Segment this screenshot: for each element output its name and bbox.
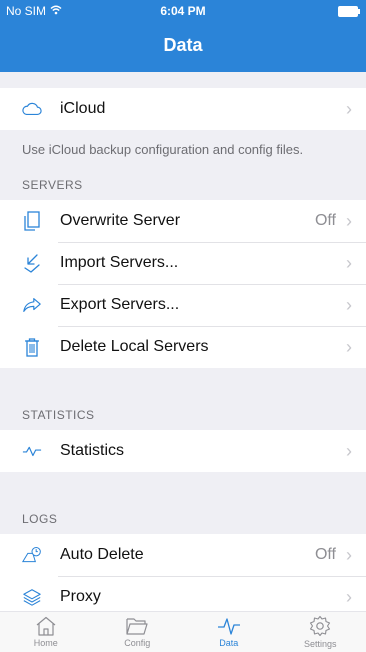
icloud-row[interactable]: iCloud › <box>0 88 366 130</box>
tab-config-label: Config <box>124 638 151 648</box>
tab-home-label: Home <box>33 638 58 648</box>
chevron-right-icon: › <box>346 210 352 231</box>
tab-config[interactable]: Config <box>101 612 173 652</box>
chevron-right-icon: › <box>346 586 352 607</box>
pulse-icon <box>22 441 42 461</box>
export-servers-label: Export Servers... <box>60 296 180 313</box>
export-servers-row[interactable]: Export Servers... › <box>0 284 366 326</box>
home-icon <box>36 616 56 636</box>
servers-section-header: SERVERS <box>22 178 83 192</box>
export-icon <box>22 295 42 315</box>
cloud-icon <box>22 99 42 119</box>
tab-bar: Home Config Data Settings <box>0 611 366 652</box>
settings-list: iCloud › Use iCloud backup configuration… <box>0 72 366 612</box>
chevron-right-icon: › <box>346 294 352 315</box>
auto-delete-icon <box>22 545 42 565</box>
logs-section-header: LOGS <box>22 512 58 526</box>
layers-icon <box>22 587 42 607</box>
battery-icon <box>338 6 360 17</box>
proxy-label: Proxy <box>60 588 101 605</box>
auto-delete-row[interactable]: Auto Delete Off › <box>0 534 366 576</box>
delete-local-servers-row[interactable]: Delete Local Servers › <box>0 326 366 368</box>
overwrite-server-value: Off <box>314 212 336 229</box>
proxy-row[interactable]: Proxy › <box>0 576 366 612</box>
pulse-icon <box>217 618 240 635</box>
statistics-label: Statistics <box>60 442 125 459</box>
tab-data-label: Data <box>219 638 239 648</box>
tab-settings[interactable]: Settings <box>284 612 356 652</box>
icloud-note: Use iCloud backup configuration and conf… <box>22 142 304 157</box>
icloud-label: iCloud <box>60 100 106 117</box>
import-servers-row[interactable]: Import Servers... › <box>0 242 366 284</box>
auto-delete-value: Off <box>314 546 336 563</box>
copy-icon <box>22 211 42 231</box>
chevron-right-icon: › <box>346 98 352 119</box>
status-time: 6:04 PM <box>160 4 206 18</box>
statistics-row[interactable]: Statistics › <box>0 430 366 472</box>
folder-icon <box>126 618 148 635</box>
chevron-right-icon: › <box>346 336 352 357</box>
auto-delete-label: Auto Delete <box>60 546 144 563</box>
chevron-right-icon: › <box>346 252 352 273</box>
import-icon <box>22 253 42 273</box>
statistics-section-header: STATISTICS <box>22 408 95 422</box>
status-bar: No SIM 6:04 PM <box>0 0 366 22</box>
import-servers-label: Import Servers... <box>60 254 179 271</box>
navigation-bar: Data <box>0 22 366 72</box>
delete-local-servers-label: Delete Local Servers <box>60 338 209 355</box>
page-title: Data <box>163 35 203 55</box>
chevron-right-icon: › <box>346 440 352 461</box>
gear-icon <box>310 615 331 637</box>
tab-home[interactable]: Home <box>10 612 82 652</box>
overwrite-server-label: Overwrite Server <box>60 212 181 229</box>
trash-icon <box>22 337 42 357</box>
tab-settings-label: Settings <box>303 639 337 649</box>
overwrite-server-row[interactable]: Overwrite Server Off › <box>0 200 366 242</box>
tab-data[interactable]: Data <box>193 612 265 652</box>
chevron-right-icon: › <box>346 544 352 565</box>
